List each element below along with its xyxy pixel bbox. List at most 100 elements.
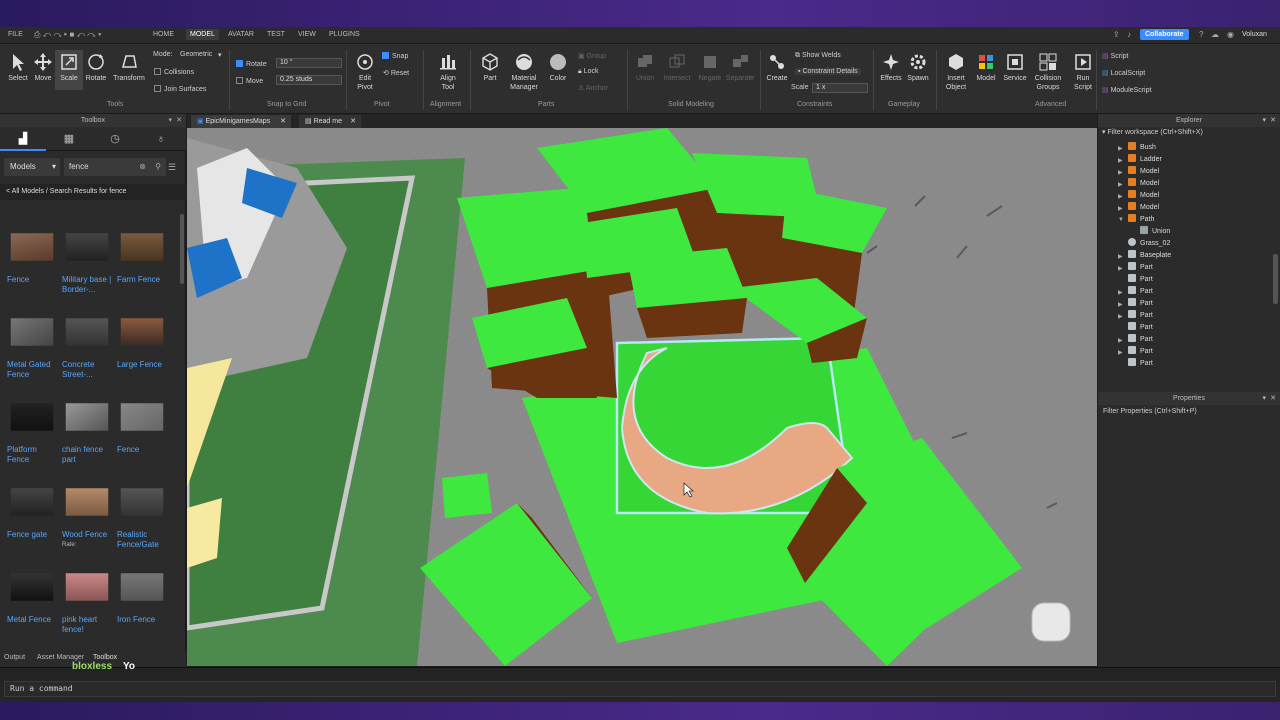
toolbox-result-item[interactable]: Metal Fence <box>7 562 59 625</box>
explorer-item[interactable]: Model <box>1128 190 1159 202</box>
clock-icon[interactable]: ◷ <box>92 127 138 151</box>
explorer-item[interactable]: Part <box>1128 286 1153 298</box>
edit-pivot-button[interactable]: Edit Pivot <box>351 52 379 92</box>
explorer-item[interactable]: Part <box>1128 322 1153 334</box>
view-cube[interactable] <box>1031 602 1071 642</box>
grid-icon[interactable]: ▦ <box>46 127 92 151</box>
inventory-bag-icon[interactable]: ▟ <box>0 127 46 151</box>
result-name[interactable]: Metal Gated Fence <box>7 360 59 380</box>
expand-arrow-icon[interactable]: ▶ <box>1118 253 1123 260</box>
expand-arrow-icon[interactable]: ▶ <box>1118 301 1123 308</box>
explorer-item[interactable]: Part <box>1128 358 1153 370</box>
explorer-item[interactable]: Bush <box>1128 142 1156 154</box>
expand-arrow-icon[interactable]: ▶ <box>1118 265 1123 272</box>
run-script-button[interactable]: Run Script <box>1069 52 1097 92</box>
toolbox-result-item[interactable]: Farm Fence <box>117 222 169 285</box>
expand-arrow-icon[interactable]: ▶ <box>1118 193 1123 200</box>
search-input[interactable]: fence ⊗ ⚲ <box>64 158 166 176</box>
quick-access-icons[interactable]: ⎙ ↶ ↷ ▸ ■ ↶ ↷ ▾ <box>34 30 101 40</box>
toolbox-result-item[interactable]: Fence <box>7 222 59 285</box>
explorer-item[interactable]: Union <box>1140 226 1170 238</box>
pin-icon[interactable]: ▾ <box>1262 392 1266 405</box>
result-name[interactable]: Fence <box>117 445 169 455</box>
search-icon[interactable]: ⚲ <box>155 158 161 176</box>
explorer-item[interactable]: Grass_02 <box>1128 238 1170 250</box>
anchor-button[interactable]: ⚓︎ Anchor <box>578 84 608 92</box>
select-tool[interactable]: Select <box>4 52 32 83</box>
result-name[interactable]: Metal Fence <box>7 615 59 625</box>
collapse-arrow-icon[interactable]: ▼ <box>1118 217 1124 223</box>
explorer-item[interactable]: Part <box>1128 298 1153 310</box>
result-name[interactable]: Military base | Border-... <box>62 275 114 295</box>
tab-toolbox[interactable]: Toolbox <box>93 654 117 661</box>
pin-icon[interactable]: ▾ <box>168 114 172 127</box>
toolbox-result-item[interactable]: Iron Fence <box>117 562 169 625</box>
close-icon[interactable]: ✕ <box>1270 392 1276 405</box>
scale-tool[interactable]: Scale <box>55 50 83 90</box>
explorer-item[interactable]: Model <box>1128 202 1159 214</box>
menu-test[interactable]: TEST <box>267 31 285 38</box>
expand-arrow-icon[interactable]: ▶ <box>1118 169 1123 176</box>
clear-icon[interactable]: ⊗ <box>139 158 146 176</box>
result-name[interactable]: Realistic Fence/Gate <box>117 530 169 550</box>
expand-arrow-icon[interactable]: ▶ <box>1118 313 1123 320</box>
move-snap-checkbox[interactable] <box>236 77 243 84</box>
snap-checkbox[interactable] <box>382 52 389 59</box>
collisions-checkbox[interactable] <box>154 68 161 75</box>
rotate-snap-option[interactable]: Rotate <box>236 60 267 68</box>
service-button[interactable]: Service <box>1000 52 1030 83</box>
expand-arrow-icon[interactable]: ▶ <box>1118 145 1123 152</box>
script-button[interactable]: ▤ Script <box>1102 52 1128 60</box>
move-increment-input[interactable]: 0.25 studs <box>276 75 342 85</box>
negate-button[interactable]: Negate <box>696 52 724 83</box>
explorer-item[interactable]: Baseplate <box>1128 250 1171 262</box>
join-surfaces-option[interactable]: Join Surfaces <box>154 85 206 93</box>
insert-object-button[interactable]: Insert Object <box>942 52 970 92</box>
explorer-item[interactable]: Model <box>1128 178 1159 190</box>
part-button[interactable]: Part <box>476 52 504 83</box>
chevron-down-icon[interactable]: ▾ <box>218 51 222 59</box>
toolbox-result-item[interactable]: Wood Fence Rate: <box>62 477 114 548</box>
reset-pivot-button[interactable]: ⟲ Reset <box>383 69 409 77</box>
move-snap-option[interactable]: Move <box>236 77 263 85</box>
material-manager-button[interactable]: Material Manager <box>507 52 541 92</box>
menu-avatar[interactable]: AVATAR <box>228 31 254 38</box>
union-button[interactable]: Union <box>631 52 659 83</box>
expand-arrow-icon[interactable]: ▶ <box>1118 205 1123 212</box>
cloud-icon[interactable]: ☁ <box>1211 30 1219 39</box>
toolbox-result-item[interactable]: Realistic Fence/Gate <box>117 477 169 550</box>
expand-arrow-icon[interactable]: ▶ <box>1118 157 1123 164</box>
rotate-snap-checkbox[interactable] <box>236 60 243 67</box>
lock-button[interactable]: 🔒︎ Lock <box>578 68 598 76</box>
properties-filter-input[interactable]: Filter Properties (Ctrl+Shift+P) <box>1103 408 1197 415</box>
transform-tool[interactable]: Transform <box>112 52 146 83</box>
constraint-details-toggle[interactable]: ▪ Constraint Details <box>795 68 861 75</box>
bell-icon[interactable]: ♪ <box>1127 30 1131 39</box>
toolbox-result-item[interactable]: Concrete Street-... <box>62 307 114 380</box>
intersect-button[interactable]: Intersect <box>662 52 692 83</box>
align-tool-button[interactable]: Align Tool <box>434 52 462 92</box>
spawn-button[interactable]: Spawn <box>904 52 932 83</box>
result-name[interactable]: Wood Fence <box>62 530 114 540</box>
menu-file[interactable]: FILE <box>8 31 23 38</box>
close-icon[interactable]: ✕ <box>176 114 182 127</box>
menu-home[interactable]: HOME <box>153 31 174 38</box>
toolbox-result-item[interactable]: Fence <box>117 392 169 455</box>
explorer-item[interactable]: Part <box>1128 310 1153 322</box>
tab-epicminigamesmaps[interactable]: ▣ EpicMinigamesMaps ✕ <box>191 115 291 128</box>
result-name[interactable]: chain fence part <box>62 445 114 465</box>
create-constraint-button[interactable]: Create <box>763 52 791 83</box>
toolbox-result-item[interactable]: Large Fence <box>117 307 169 370</box>
result-name[interactable]: Fence gate <box>7 530 59 540</box>
toolbox-result-item[interactable]: Platform Fence <box>7 392 59 465</box>
effects-button[interactable]: Effects <box>877 52 905 83</box>
tab-read-me[interactable]: ▤ Read me ✕ <box>299 115 361 128</box>
toolbox-result-item[interactable]: chain fence part <box>62 392 114 465</box>
explorer-item[interactable]: Part <box>1128 262 1153 274</box>
mode-dropdown[interactable]: Geometric <box>180 51 212 58</box>
menu-plugins[interactable]: PLUGINS <box>329 31 360 38</box>
expand-arrow-icon[interactable]: ▶ <box>1118 349 1123 356</box>
toolbox-result-item[interactable]: Military base | Border-... <box>62 222 114 295</box>
result-name[interactable]: Concrete Street-... <box>62 360 114 380</box>
result-name[interactable]: pink heart fence! <box>62 615 114 635</box>
